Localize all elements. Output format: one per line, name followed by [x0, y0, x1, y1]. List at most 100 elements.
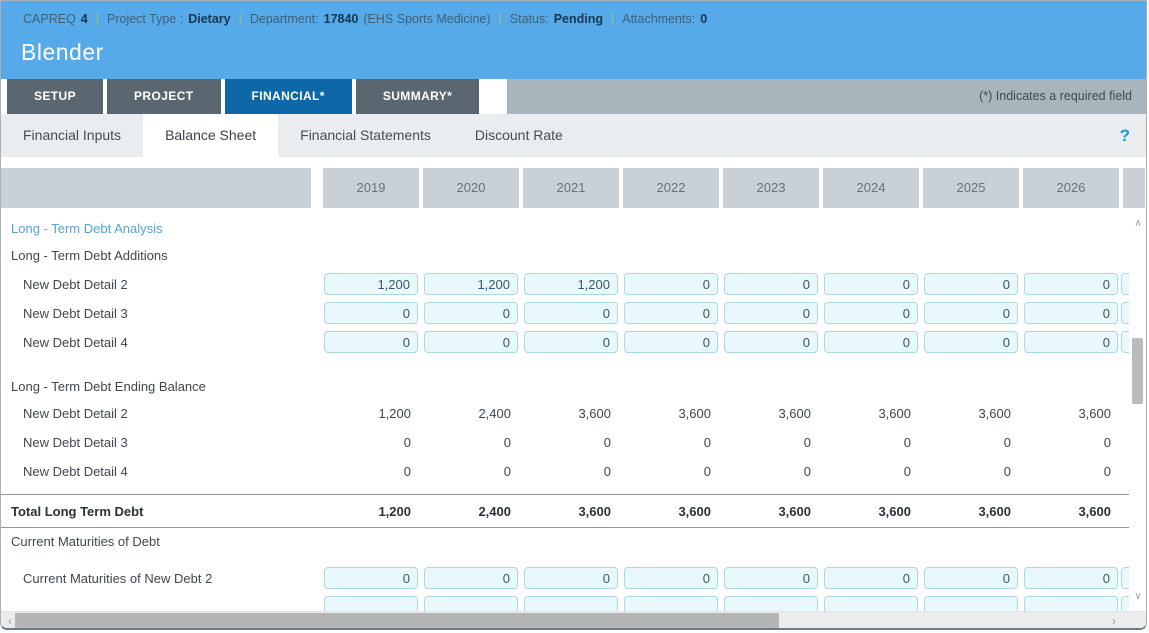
section-header-row: Long - Term Debt Ending Balance: [1, 379, 1147, 395]
table-row: New Debt Detail 4: [1, 328, 1147, 357]
app-window: CAPREQ4|Project Type :Dietary|Department…: [0, 0, 1147, 630]
cell-input[interactable]: [724, 302, 818, 324]
tab-project[interactable]: PROJECT: [107, 79, 220, 114]
cell-input[interactable]: [924, 567, 1018, 589]
cell-input[interactable]: [524, 273, 618, 295]
total-cell-value: 3,600: [623, 504, 719, 519]
cell-input[interactable]: [824, 302, 918, 324]
cell-input[interactable]: [324, 567, 418, 589]
cell-input[interactable]: [524, 567, 618, 589]
cell-input[interactable]: [1024, 331, 1118, 353]
scroll-right-icon[interactable]: ›: [1108, 612, 1120, 630]
cell-input[interactable]: [624, 273, 718, 295]
tab-financial[interactable]: FINANCIAL*: [225, 79, 352, 114]
cell-input[interactable]: [924, 302, 1018, 324]
cell-input[interactable]: [824, 596, 918, 611]
cell-input[interactable]: [324, 273, 418, 295]
subtab-financial-statements[interactable]: Financial Statements: [278, 114, 453, 157]
main-tab-bar: SETUPPROJECTFINANCIAL*SUMMARY* (*) Indica…: [1, 79, 1146, 114]
cell-input[interactable]: [1024, 273, 1118, 295]
cell-input[interactable]: [824, 331, 918, 353]
cell-input[interactable]: [524, 331, 618, 353]
cell-value: 0: [623, 464, 719, 479]
cell-input[interactable]: [424, 567, 518, 589]
cell-value: 1,200: [323, 406, 419, 421]
scroll-down-icon[interactable]: ∨: [1129, 591, 1147, 603]
scroll-up-icon[interactable]: ∧: [1129, 218, 1147, 230]
vertical-scroll-thumb[interactable]: [1132, 338, 1143, 404]
meta-value: 4: [81, 12, 88, 26]
cell-input[interactable]: [524, 596, 618, 611]
table-row: New Debt Detail 400000000: [1, 457, 1147, 486]
cell-input[interactable]: [924, 596, 1018, 611]
meta-label: Project Type :: [107, 12, 183, 26]
table-row-partial: [1, 593, 1147, 611]
cell-value: 0: [823, 464, 919, 479]
cell-input[interactable]: [724, 596, 818, 611]
help-icon[interactable]: ?: [1120, 114, 1130, 157]
link-row: Long - Term Debt Analysis: [1, 221, 1147, 237]
meta-separator-icon: |: [499, 12, 502, 26]
cell-input[interactable]: [1024, 567, 1118, 589]
cell-input[interactable]: [724, 331, 818, 353]
cell-input[interactable]: [624, 331, 718, 353]
cell-input[interactable]: [924, 331, 1018, 353]
total-cell-value: 2,400: [423, 504, 519, 519]
cell-input[interactable]: [1024, 302, 1118, 324]
cell-input[interactable]: [724, 273, 818, 295]
cell-input[interactable]: [624, 596, 718, 611]
tab-setup[interactable]: SETUP: [7, 79, 103, 114]
table-row: New Debt Detail 2: [1, 270, 1147, 299]
cell-value: 3,600: [623, 406, 719, 421]
subtab-balance-sheet[interactable]: Balance Sheet: [143, 114, 278, 157]
cell-input[interactable]: [724, 567, 818, 589]
section-group-long-term-debt-ending-balance: Long - Term Debt Ending Balance New Debt …: [1, 379, 1147, 486]
horizontal-scroll-thumb[interactable]: [15, 613, 779, 630]
meta-separator-icon: |: [239, 12, 242, 26]
cell-value: 3,600: [523, 406, 619, 421]
header-cell-year: 2021: [523, 168, 619, 208]
meta-label: Department:: [250, 12, 319, 26]
total-cell-value: 3,600: [923, 504, 1019, 519]
meta-separator-icon: |: [611, 12, 614, 26]
meta-value: 17840: [324, 12, 359, 26]
cell-value: 0: [523, 464, 619, 479]
header-cell-partial: [1123, 168, 1145, 208]
cell-input[interactable]: [824, 273, 918, 295]
subtab-financial-inputs[interactable]: Financial Inputs: [1, 114, 143, 157]
row-label: New Debt Detail 2: [23, 406, 128, 421]
table-row: New Debt Detail 3: [1, 299, 1147, 328]
cell-input[interactable]: [824, 567, 918, 589]
cell-input[interactable]: [424, 273, 518, 295]
required-field-note: (*) Indicates a required field: [507, 79, 1146, 114]
section-link-long-term-debt-analysis[interactable]: Long - Term Debt Analysis: [11, 221, 163, 236]
cell-input[interactable]: [624, 567, 718, 589]
cell-value: 3,600: [723, 406, 819, 421]
tab-summary[interactable]: SUMMARY*: [356, 79, 479, 114]
cell-input[interactable]: [624, 302, 718, 324]
section-label: Long - Term Debt Ending Balance: [11, 379, 206, 394]
row-label: New Debt Detail 3: [23, 306, 128, 321]
page-title: Blender: [21, 39, 104, 66]
header-cell-labels: [1, 168, 311, 208]
meta-separator-icon: |: [96, 12, 99, 26]
cell-input[interactable]: [324, 302, 418, 324]
cell-input[interactable]: [424, 596, 518, 611]
cell-input[interactable]: [524, 302, 618, 324]
cell-input[interactable]: [424, 331, 518, 353]
cell-input[interactable]: [1024, 596, 1118, 611]
subtab-discount-rate[interactable]: Discount Rate: [453, 114, 585, 157]
cell-value: 0: [423, 464, 519, 479]
cell-input[interactable]: [424, 302, 518, 324]
section-label: Current Maturities of Debt: [11, 534, 160, 549]
cell-input[interactable]: [924, 273, 1018, 295]
cell-input[interactable]: [324, 596, 418, 611]
section-header-row: Current Maturities of Debt: [1, 534, 1147, 550]
header-cell-year: 2026: [1023, 168, 1119, 208]
section-header-row: Long - Term Debt Additions: [1, 248, 1147, 264]
cell-value: 0: [1023, 435, 1119, 450]
cell-value: 3,600: [1023, 406, 1119, 421]
horizontal-scrollbar[interactable]: ‹ ›: [1, 611, 1146, 630]
vertical-scrollbar[interactable]: ∧ ∨: [1129, 210, 1147, 611]
cell-input[interactable]: [324, 331, 418, 353]
